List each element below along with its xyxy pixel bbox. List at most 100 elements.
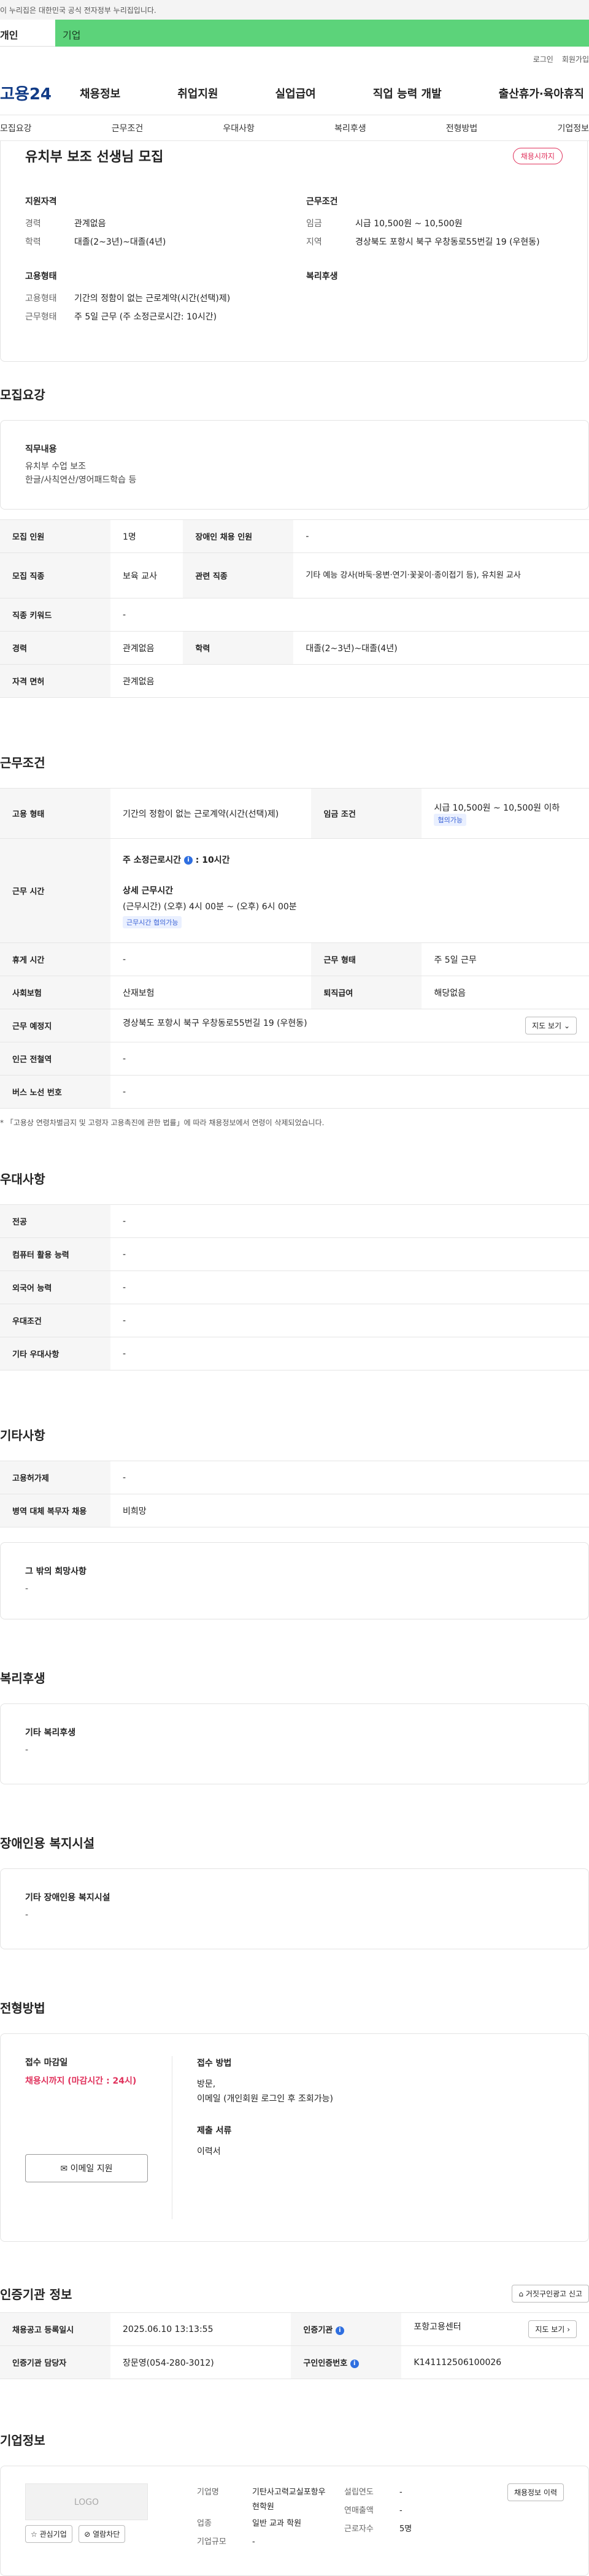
- row-label: 퇴직급여: [311, 976, 422, 1009]
- row-value: -: [110, 1075, 589, 1109]
- table-row: 휴게 시간 - 근무 형태 주 5일 근무: [0, 942, 589, 976]
- process-box: 접수 마감일 채용시까지 (마감시간 : 24시) ✉ 이메일 지원 접수 방법…: [0, 2033, 589, 2242]
- method-line: 방문,: [197, 2079, 216, 2089]
- gnb-item-jobs[interactable]: 채용정보: [80, 85, 120, 101]
- map-button-label: 지도 보기: [532, 1022, 562, 1030]
- docs-heading: 제출 서류: [197, 2126, 232, 2136]
- report-label: 거짓구인광고 신고: [525, 2290, 582, 2298]
- tab-process[interactable]: 전형방법: [446, 122, 478, 134]
- favorite-button[interactable]: ☆ 관심기업: [25, 2525, 72, 2543]
- report-button[interactable]: ⌂ 거짓구인광고 신고: [512, 2285, 589, 2303]
- section-cert-title: 인증기관 정보: [0, 2287, 72, 2302]
- table-row: 사회보험 산재보험 퇴직급여 해당없음: [0, 976, 589, 1009]
- table-row: 병역 대체 복무자 채용 비희망: [0, 1494, 589, 1527]
- gnb-item-benefit[interactable]: 실업급여: [275, 85, 316, 101]
- sum-key: 임금: [306, 219, 322, 229]
- table-row: 고용 형태 기간의 정함이 없는 근로계약(시간(선택)제) 임금 조건 시급 10,…: [0, 788, 589, 839]
- tab-welfare[interactable]: 복리후생: [334, 122, 366, 134]
- table-row: 기타 우대사항 -: [0, 1337, 589, 1370]
- star-icon: ☆: [31, 2530, 37, 2539]
- table-row: 모집 직종 보육 교사 관련 직종 기타 예능 강사(바둑·웅변·연기·꽃꽂이·종이접…: [0, 552, 589, 598]
- job-summary-card: 유치부 보조 선생님 모집 채용시까지 지원자격 경력 관계없음 학력 대졸(2~3…: [0, 141, 588, 362]
- sum-key: 고용형태: [25, 294, 57, 304]
- company-key: 기업규모: [197, 2537, 226, 2547]
- tab-work[interactable]: 근무조건: [112, 122, 144, 134]
- facility-value: -: [25, 1910, 29, 1920]
- row-label: 자격 면허: [0, 664, 110, 698]
- top-notice: 이 누리집은 대한민국 공식 전자정부 누리집입니다.: [0, 0, 589, 20]
- row-label: 경력: [0, 631, 110, 665]
- chevron-right-icon: ›: [567, 2325, 570, 2334]
- info-icon[interactable]: i: [350, 2359, 359, 2368]
- mail-icon: ✉: [60, 2164, 68, 2174]
- tab-pref[interactable]: 우대사항: [223, 122, 255, 134]
- company-industry: 일반 교과 학원: [252, 2519, 302, 2528]
- row-value: 기간의 정함이 없는 근로계약(시간(선택)제): [110, 788, 312, 839]
- row-value: -: [110, 1042, 589, 1076]
- block-button[interactable]: ⊘ 열람차단: [79, 2525, 126, 2543]
- info-icon[interactable]: i: [335, 2326, 344, 2335]
- map-button[interactable]: 지도 보기 ⌄: [525, 1017, 577, 1034]
- loc-value: 경상북도 포항시 북구 우창동로55번길 19 (우현동): [123, 1019, 307, 1028]
- join-link[interactable]: 회원가입: [562, 54, 589, 64]
- org-map-label: 지도 보기: [535, 2325, 565, 2334]
- emp-heading: 고용형태: [25, 272, 57, 281]
- block-label: 열람차단: [93, 2530, 120, 2539]
- tab-company-info[interactable]: 기업정보: [557, 122, 589, 134]
- company-logo: LOGO: [25, 2483, 148, 2520]
- recruit-table: 모집 인원 1명 장애인 채용 인원 - 모집 직종 보육 교사 관련 직종 기타 예능 강…: [0, 519, 589, 698]
- gnb-item-leave[interactable]: 출산휴가·육아휴직: [499, 85, 584, 101]
- row-value: -: [110, 942, 312, 976]
- sum-key: 학력: [25, 237, 41, 247]
- time-detail-heading: 상세 근무시간: [123, 885, 174, 896]
- row-label: 구인인증번호 i: [291, 2345, 402, 2379]
- gnb-item-training[interactable]: 직업 능력 개발: [373, 85, 442, 101]
- row-value: -: [110, 1204, 589, 1238]
- tab-personal[interactable]: 개인: [0, 20, 55, 47]
- info-icon[interactable]: i: [183, 855, 193, 865]
- duty-line: 유치부 수업 보조: [25, 462, 87, 472]
- row-value: 산재보험: [110, 976, 312, 1009]
- history-button[interactable]: 채용정보 이력: [507, 2483, 564, 2501]
- row-label: 학력: [183, 631, 294, 665]
- sum-key: 근무형태: [25, 312, 57, 322]
- email-apply-button[interactable]: ✉ 이메일 지원: [25, 2154, 148, 2182]
- row-value: 2025.06.10 13:13:55: [110, 2312, 291, 2346]
- company-key: 근로자수: [344, 2524, 374, 2534]
- row-label: 기타 우대사항: [0, 1337, 110, 1370]
- section-facility-title: 장애인용 복지시설: [0, 1836, 95, 1851]
- row-label: 인근 전철역: [0, 1042, 110, 1076]
- docs-value: 이력서: [197, 2147, 221, 2157]
- sum-value: 경상북도 포항시 북구 우창동로55번길 19 (우현동): [355, 237, 540, 247]
- row-label: 모집 인원: [0, 519, 110, 553]
- tab-recruit[interactable]: 모집요강: [0, 122, 32, 134]
- table-row: 버스 노선 번호 -: [0, 1075, 589, 1109]
- row-label: 인증기관 담당자: [0, 2345, 110, 2379]
- row-value: 기타 예능 강사(바둑·웅변·연기·꽃꽂이·종이접기 등), 유치원 교사: [293, 552, 589, 598]
- table-row: 근무 시간 주 소정근로시간 i : 10시간 상세 근무시간 (근무시간) (…: [0, 838, 589, 943]
- tab-company[interactable]: 기업: [55, 20, 589, 47]
- method-line: 이메일 (개인회원 로그인 후 조회가능): [197, 2094, 333, 2104]
- site-logo[interactable]: 고용24: [0, 82, 80, 104]
- login-link[interactable]: 로그인: [533, 54, 553, 64]
- loc-cell: 경상북도 포항시 북구 우창동로55번길 19 (우현동) 지도 보기 ⌄: [110, 1009, 589, 1042]
- notice-text: 이 누리집은 대한민국 공식 전자정부 누리집입니다.: [0, 6, 156, 15]
- facility-box: 기타 장애인용 복지시설 -: [0, 1868, 589, 1949]
- util-bar: 로그인 회원가입: [0, 47, 589, 71]
- gnb-item-support[interactable]: 취업지원: [177, 85, 218, 101]
- org-map-button[interactable]: 지도 보기 ›: [528, 2320, 577, 2338]
- pref-table: 전공 - 컴퓨터 활용 능력 - 외국어 능력 - 우대조건 - 기타 우대사항 -: [0, 1204, 589, 1370]
- row-label: 관련 직종: [183, 552, 294, 598]
- row-label: 버스 노선 번호: [0, 1075, 110, 1109]
- block-icon: ⊘: [84, 2530, 91, 2539]
- row-value: 비희망: [110, 1494, 589, 1527]
- favorite-label: 관심기업: [39, 2530, 67, 2539]
- row-label: 근무 예정지: [0, 1009, 110, 1042]
- table-row: 직종 키워드 -: [0, 598, 589, 632]
- time-total-label: 주 소정근로시간: [123, 855, 182, 865]
- company-name: 기탄사고력교실포항우현학원: [252, 2488, 326, 2512]
- section-welfare-title: 복리후생: [0, 1671, 45, 1686]
- etc-table: 고용허가제 - 병역 대체 복무자 채용 비희망: [0, 1461, 589, 1527]
- work-table: 고용 형태 기간의 정함이 없는 근로계약(시간(선택)제) 임금 조건 시급 10,…: [0, 788, 589, 1109]
- other-heading: 그 밖의 희망사항: [25, 1567, 87, 1577]
